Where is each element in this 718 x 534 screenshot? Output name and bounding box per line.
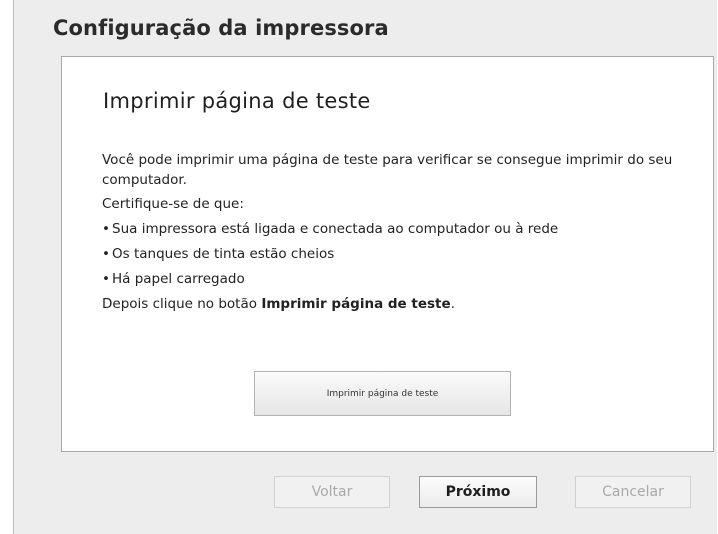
back-button[interactable]: Voltar — [274, 476, 390, 508]
checklist-item: • Sua impressora está ligada e conectada … — [102, 219, 682, 239]
printer-setup-window: Configuração da impressora Imprimir pági… — [13, 0, 717, 534]
checklist-item: • Há papel carregado — [102, 269, 682, 289]
instruction-prefix: Depois clique no botão — [102, 296, 262, 312]
checklist-item: • Os tanques de tinta estão cheios — [102, 244, 682, 264]
checklist-item-text: Há papel carregado — [112, 271, 245, 287]
checklist-heading: Certifique-se de que: — [102, 196, 244, 212]
panel-title: Imprimir página de teste — [103, 89, 371, 113]
instruction-button-reference: Imprimir página de teste — [261, 296, 451, 312]
checklist-item-text: Os tanques de tinta estão cheios — [112, 246, 335, 262]
page: Configuração da impressora Imprimir pági… — [0, 0, 718, 534]
instruction-line: Depois clique no botão Imprimir página d… — [102, 294, 682, 314]
intro-text: Você pode imprimir uma página de teste p… — [102, 152, 673, 188]
checklist: • Sua impressora está ligada e conectada … — [102, 219, 682, 289]
content-panel: Imprimir página de teste Você pode impri… — [61, 56, 714, 452]
window-title: Configuração da impressora — [53, 16, 389, 40]
next-button[interactable]: Próximo — [419, 476, 537, 508]
bullet-icon: • — [102, 221, 110, 237]
cancel-button[interactable]: Cancelar — [575, 476, 691, 508]
print-test-page-button[interactable]: Imprimir página de teste — [254, 371, 511, 416]
instruction-suffix: . — [450, 296, 455, 312]
bullet-icon: • — [102, 271, 110, 287]
checklist-item-text: Sua impressora está ligada e conectada a… — [112, 221, 559, 237]
instructions: Você pode imprimir uma página de teste p… — [102, 150, 682, 319]
bullet-icon: • — [102, 246, 110, 262]
